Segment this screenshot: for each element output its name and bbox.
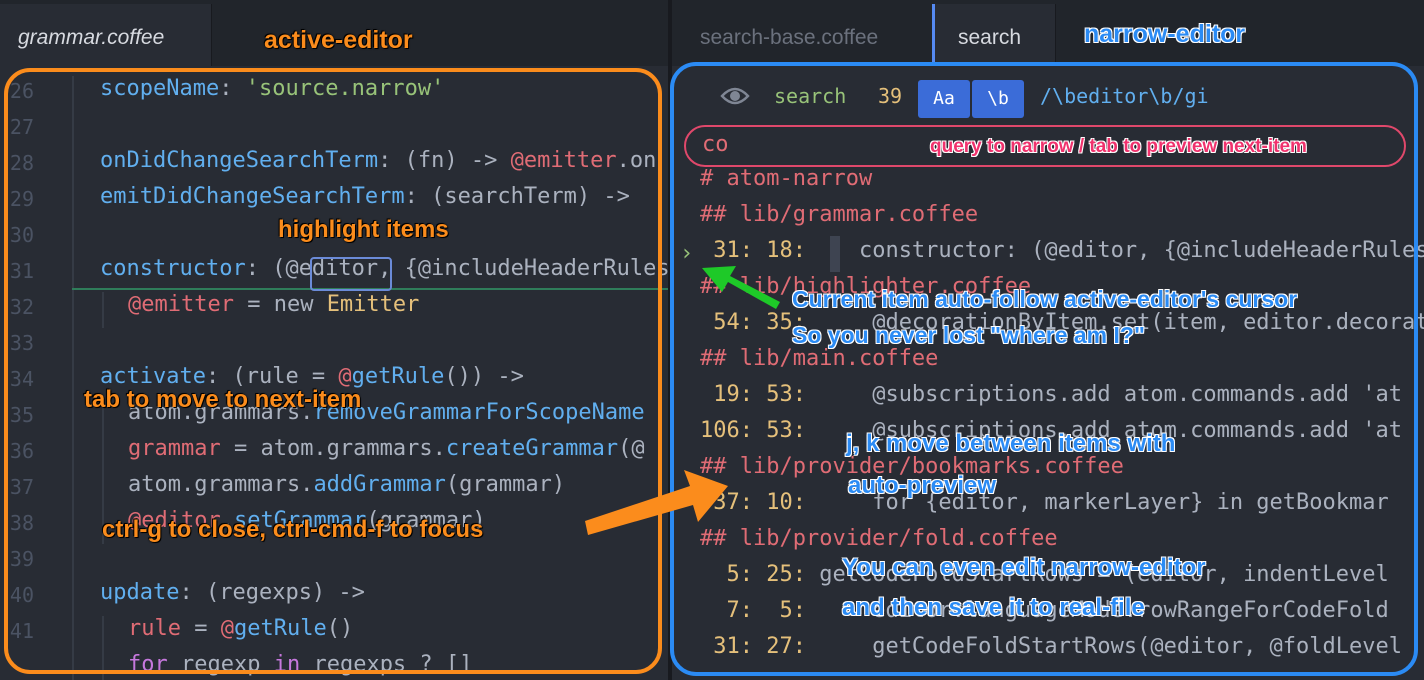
code-line: atom.grammars.addGrammar(grammar): [128, 472, 566, 497]
indent-guide: [102, 292, 104, 328]
line-number: 34: [9, 367, 34, 391]
item-header: ## lib/provider/fold.coffee: [700, 526, 1058, 551]
indent-guide: [72, 112, 74, 148]
line-number: 28: [9, 151, 34, 175]
indent-guide: [72, 580, 74, 616]
indent-guide: [102, 436, 104, 472]
tab-search[interactable]: search: [934, 4, 1056, 66]
code-line: rule = @getRule(): [128, 616, 354, 641]
indent-guide: [72, 616, 74, 652]
label-ctrl-g: ctrl-g to close, ctrl-cmd-f to focus: [102, 516, 484, 543]
active-editor-pane[interactable]: 26 27 28 29 30 31 32 33 34 35 36 37 38 39 40 41 scopeNa…: [0, 66, 668, 680]
line-number: 29: [9, 187, 34, 211]
code-line: update: (regexps) ->: [100, 580, 365, 605]
indent-guide: [72, 652, 74, 680]
narrow-prompt-bar: search 39 Aa \b /\beditor\b/gi: [672, 66, 1424, 126]
code-line: onDidChangeSearchTerm: (fn) -> @emitter.…: [100, 148, 657, 173]
query-text[interactable]: co: [702, 132, 729, 157]
code-line: grammar = atom.grammars.createGrammar(@: [128, 436, 645, 461]
code-line: for regexp in regexps ? []: [128, 652, 473, 677]
line-number: 38: [9, 511, 34, 535]
indent-guide: [72, 184, 74, 220]
narrow-item[interactable]: 19: 53: @subscriptions.add atom.commands…: [700, 382, 1402, 407]
indent-guide: [72, 76, 74, 112]
case-sensitive-toggle[interactable]: Aa: [918, 80, 970, 118]
narrow-editor-pane[interactable]: search 39 Aa \b /\beditor\b/gi co › # at…: [672, 66, 1424, 680]
item-header: ## lib/main.coffee: [700, 346, 939, 371]
label-jk-2: auto-preview: [848, 472, 997, 499]
indent-guide: [72, 400, 74, 436]
active-tab-indicator: [932, 4, 935, 70]
line-number: 32: [9, 295, 34, 319]
label-jk-1: j, k move between items with: [846, 430, 1176, 457]
indent-guide: [72, 544, 74, 580]
label-auto-follow-1: Current item auto-follow active-editor's…: [792, 286, 1298, 312]
indent-guide: [72, 148, 74, 184]
indent-guide: [72, 472, 74, 508]
indent-guide: [72, 292, 74, 328]
whole-word-toggle[interactable]: \b: [972, 80, 1024, 118]
item-header: ## lib/grammar.coffee: [700, 202, 979, 227]
line-number: 41: [9, 619, 34, 643]
narrow-item[interactable]: 31: 27: getCodeFoldStartRows(@editor, @f…: [700, 634, 1402, 659]
line-number: 37: [9, 475, 34, 499]
line-number: 40: [9, 583, 34, 607]
line-number: 35: [9, 403, 34, 427]
indent-guide: [72, 328, 74, 364]
label-active-editor: active-editor: [264, 26, 413, 54]
search-regex: /\beditor\b/gi: [1040, 84, 1209, 108]
label-edit-1: You can even edit narrow-editor: [842, 554, 1206, 581]
code-line: scopeName: 'source.narrow': [100, 76, 445, 101]
tab-search-base-coffee[interactable]: search-base.coffee: [672, 4, 932, 66]
current-item-chevron-icon: ›: [680, 241, 694, 266]
indent-guide: [102, 616, 104, 652]
label-query-hint: query to narrow / tab to preview next-it…: [930, 136, 1307, 157]
indent-guide: [102, 472, 104, 508]
code-line: @emitter = new Emitter: [128, 292, 420, 317]
line-number: 39: [9, 547, 34, 571]
highlighted-match: [310, 257, 392, 291]
label-highlight-items: highlight items: [278, 216, 449, 243]
provider-label: search: [774, 84, 847, 108]
indent-guide: [72, 508, 74, 544]
item-header: # atom-narrow: [700, 166, 873, 191]
eye-icon[interactable]: [720, 84, 750, 108]
narrow-item[interactable]: 31: 18: constructor: (@editor, {@include…: [700, 238, 1424, 263]
label-edit-2: and then save it to real-file: [842, 594, 1145, 621]
label-tab-next-item: tab to move to next-item: [84, 386, 362, 413]
line-number: 27: [9, 115, 34, 139]
line-number: 26: [9, 79, 34, 103]
line-number: 31: [9, 259, 34, 283]
line-number: 30: [9, 223, 34, 247]
label-narrow-editor: narrow-editor: [1084, 20, 1246, 48]
line-number: 33: [9, 331, 34, 355]
indent-guide: [72, 364, 74, 400]
narrow-item[interactable]: 37: 10: for {editor, markerLayer} in get…: [700, 490, 1389, 515]
indent-guide: [102, 652, 104, 680]
match-count: 39: [878, 84, 903, 108]
line-number: 36: [9, 439, 34, 463]
indent-guide: [72, 220, 74, 256]
label-auto-follow-2: So you never lost "where am I?": [792, 322, 1145, 348]
tab-grammar-coffee[interactable]: grammar.coffee: [0, 4, 212, 66]
indent-guide: [72, 256, 74, 292]
code-line: emitDidChangeSearchTerm: (searchTerm) ->: [100, 184, 644, 209]
indent-guide: [72, 436, 74, 472]
